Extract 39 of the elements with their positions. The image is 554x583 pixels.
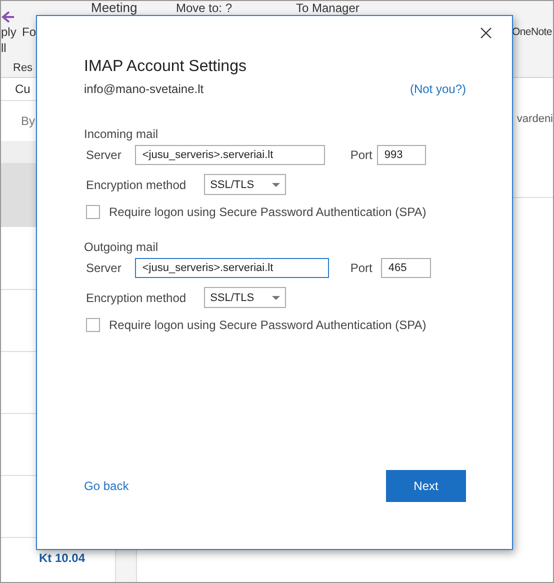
reply-all-label[interactable]: ll xyxy=(1,41,6,55)
section-heading: Incoming mail xyxy=(84,127,160,141)
to-manager-button[interactable]: To Manager xyxy=(296,1,360,15)
account-email: info@mano-svetaine.lt xyxy=(84,82,204,96)
date-label: Kt 10.04 xyxy=(39,550,86,564)
spa-label: Require logon using Secure Password Authentication (SPA) xyxy=(109,318,426,332)
forward-label[interactable]: Fo xyxy=(22,25,36,39)
section-heading: Outgoing mail xyxy=(84,240,160,254)
reply-all-icon[interactable] xyxy=(1,11,15,23)
onenote-button[interactable]: OneNote xyxy=(512,25,552,39)
server-field[interactable]: <jusu_serveris>.serveriai.lt xyxy=(135,145,326,165)
server-label: Server xyxy=(86,148,122,162)
port-field[interactable]: 465 xyxy=(381,258,432,278)
spa-label: Require logon using Secure Password Authentication (SPA) xyxy=(109,205,426,219)
dialog-title: IMAP Account Settings xyxy=(84,58,248,76)
encryption-label: Encryption method xyxy=(86,178,186,192)
dropdown-arrow-icon xyxy=(272,182,280,186)
next-button[interactable]: Next xyxy=(386,470,466,502)
close-icon xyxy=(480,26,492,38)
encryption-dropdown[interactable]: SSL/TLS xyxy=(204,287,286,308)
go-back-link[interactable]: Go back xyxy=(84,479,129,493)
dropdown-arrow-icon xyxy=(272,296,280,300)
meeting-button[interactable]: Meeting xyxy=(91,1,138,15)
move-to-button[interactable]: Move to: ? xyxy=(176,1,232,15)
filter-label[interactable]: By xyxy=(21,114,36,128)
server-label: Server xyxy=(86,261,122,275)
reply-all-label[interactable]: ply xyxy=(1,25,16,39)
server-field[interactable]: <jusu_serveris>.serveriai.lt xyxy=(135,258,330,278)
port-field[interactable]: 993 xyxy=(377,145,426,165)
port-label: Port xyxy=(350,148,372,162)
encryption-dropdown[interactable]: SSL/TLS xyxy=(204,174,286,195)
reading-pane-text: vardeni xyxy=(516,113,553,125)
ribbon-group-label: Res xyxy=(13,61,33,75)
list-tab[interactable]: Cu xyxy=(15,82,30,96)
encryption-label: Encryption method xyxy=(86,290,186,304)
port-label: Port xyxy=(350,261,372,275)
spa-checkbox[interactable] xyxy=(86,205,100,219)
spa-checkbox[interactable] xyxy=(86,318,100,332)
not-you-link[interactable]: (Not you?) xyxy=(410,82,466,96)
